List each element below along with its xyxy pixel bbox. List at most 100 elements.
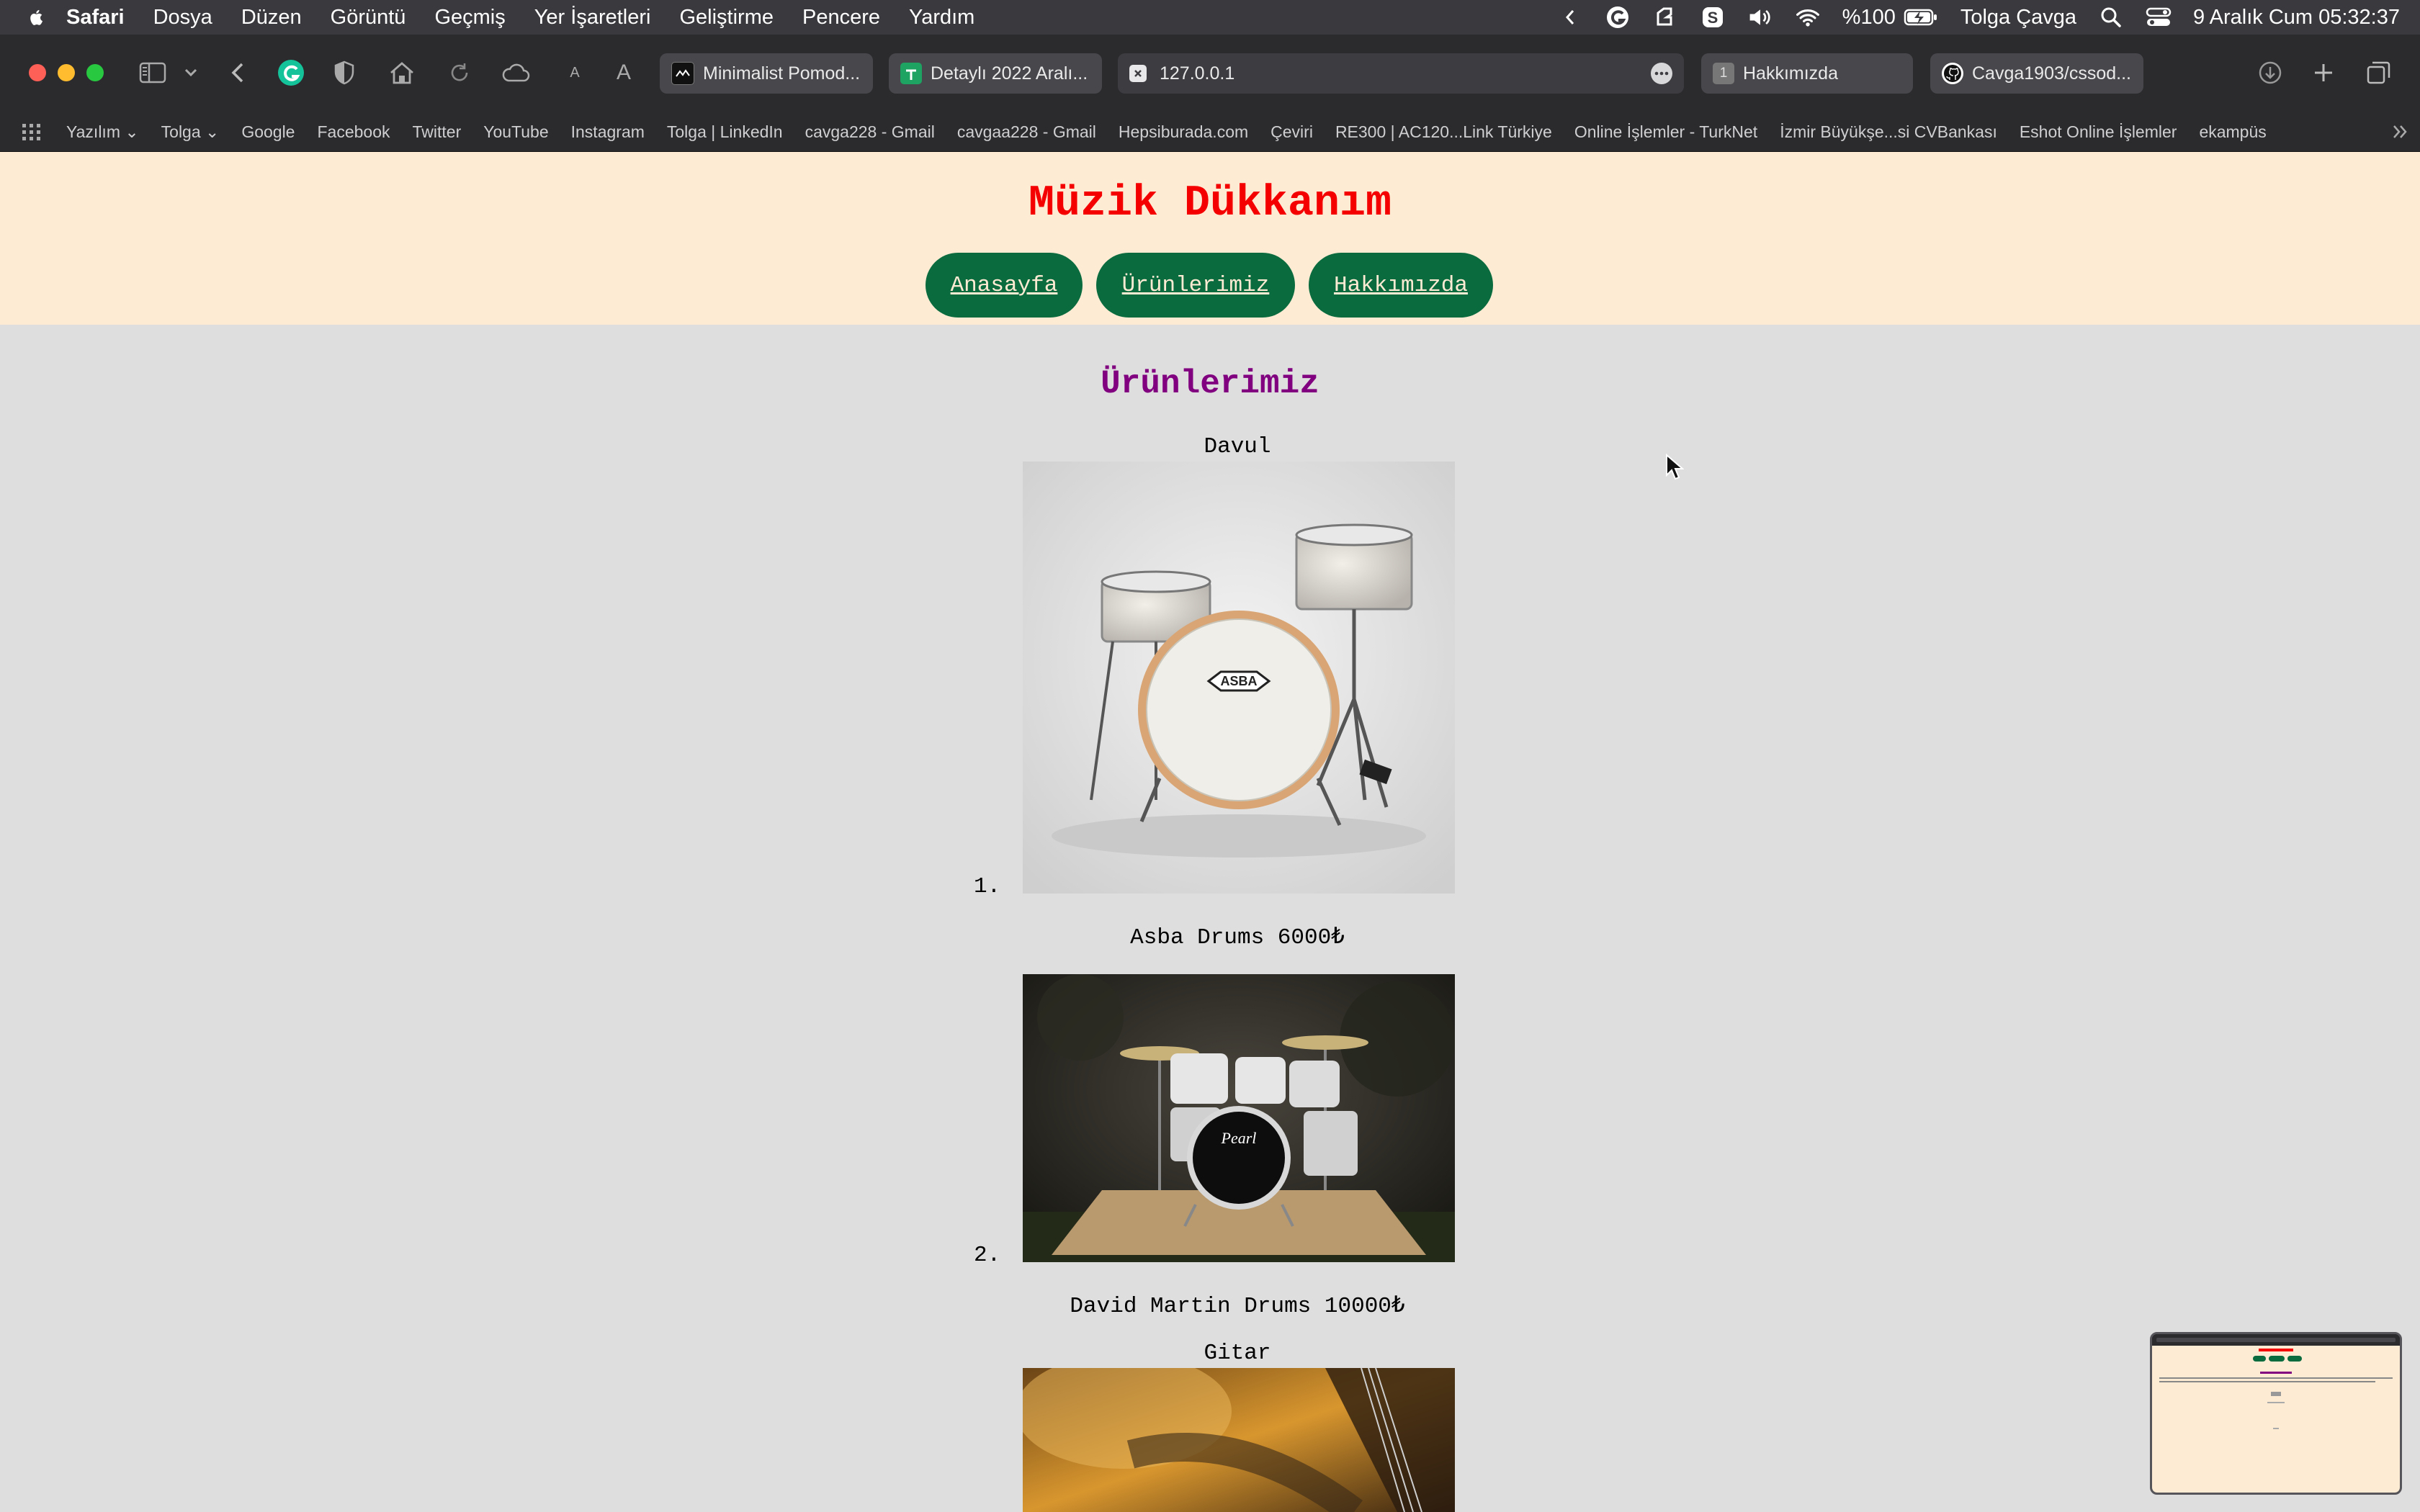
menu-develop[interactable]: Geliştirme	[679, 6, 774, 30]
menu-app-safari[interactable]: Safari	[66, 6, 125, 30]
grammarly-extension-icon[interactable]	[277, 58, 305, 87]
bookmark-hepsiburada[interactable]: Hepsiburada.com	[1119, 122, 1248, 142]
back-icon[interactable]	[223, 58, 252, 87]
bookmark-gmail-1[interactable]: cavga228 - Gmail	[805, 122, 935, 142]
screenshot-preview-thumbnail[interactable]	[2150, 1332, 2402, 1495]
bookmark-gmail-2[interactable]: cavgaa228 - Gmail	[957, 122, 1096, 142]
downloads-icon[interactable]	[2256, 58, 2285, 87]
product-caption-david-martin: David Martin Drums 10000₺	[1070, 1294, 1405, 1319]
search-icon[interactable]	[2098, 4, 2124, 30]
tab-badge: 1	[1713, 63, 1734, 84]
category-heading-guitar: Gitar	[1204, 1341, 1271, 1366]
nav-products-link[interactable]: Ürünlerimiz	[1096, 253, 1295, 318]
menu-edit[interactable]: Düzen	[241, 6, 302, 30]
bookmark-folder-tolga[interactable]: Tolga ⌄	[161, 122, 220, 142]
bookmark-instagram[interactable]: Instagram	[571, 122, 645, 142]
bookmark-cvbankasi[interactable]: İzmir Büyükşe...si CVBankası	[1780, 122, 1997, 142]
github-icon	[1942, 63, 1963, 84]
clock[interactable]: 9 Aralık Cum 05:32:37	[2193, 6, 2400, 30]
mouse-pointer-icon	[1666, 454, 1684, 480]
bookmark-linkedin[interactable]: Tolga | LinkedIn	[667, 122, 783, 142]
icloud-icon[interactable]	[500, 58, 532, 87]
svg-text:ASBA: ASBA	[1220, 674, 1257, 688]
bookmark-google[interactable]: Google	[241, 122, 295, 142]
web-page: Müzik Dükkanım Anasayfa Ürünlerimiz Hakk…	[0, 152, 2420, 1512]
bookmark-turknet[interactable]: Online İşlemler - TurkNet	[1574, 122, 1757, 142]
menu-bar: Safari Dosya Düzen Görüntü Geçmiş Yer İş…	[0, 0, 2420, 35]
chevron-left-icon[interactable]	[1557, 4, 1583, 30]
bookmark-ceviri[interactable]: Çeviri	[1270, 122, 1313, 142]
menu-file[interactable]: Dosya	[153, 6, 212, 30]
nav-about-link[interactable]: Hakkımızda	[1309, 253, 1493, 318]
address-url[interactable]: 127.0.0.1	[1160, 63, 1234, 84]
tab-hakkimizda[interactable]: 1 Hakkımızda	[1701, 53, 1913, 94]
product-image-guitar[interactable]	[1023, 1368, 1455, 1512]
product-image-david-martin-drums[interactable]: Pearl	[1023, 974, 1455, 1262]
reload-icon[interactable]	[445, 58, 474, 87]
pomodoro-favicon	[671, 62, 694, 85]
sheets-favicon	[900, 63, 922, 84]
product-caption-asba: Asba Drums 6000₺	[1130, 925, 1345, 950]
home-icon[interactable]	[387, 58, 416, 87]
tab-sheets[interactable]: Detaylı 2022 Aralı...	[889, 53, 1102, 94]
tab-address-bar[interactable]: 127.0.0.1	[1118, 53, 1684, 94]
bookmark-folder-yazilim[interactable]: Yazılım ⌄	[66, 122, 139, 142]
menu-help[interactable]: Yardım	[909, 6, 974, 30]
wifi-icon[interactable]	[1795, 4, 1821, 30]
text-smaller-icon[interactable]: A	[560, 58, 589, 87]
tab-pomodoro[interactable]: Minimalist Pomod...	[660, 53, 873, 94]
chevron-down-icon: ⌄	[125, 122, 139, 141]
chevron-down-icon[interactable]	[180, 58, 202, 87]
user-name[interactable]: Tolga Çavga	[1960, 6, 2076, 30]
status-area: S %100 Tolga Çavga 9 Aralık Cum 05:32:37	[1536, 0, 2400, 35]
tab-title: Detaylı 2022 Aralı...	[931, 63, 1088, 84]
product-image-asba-drums[interactable]: ASBA	[1023, 462, 1455, 894]
menu-view[interactable]: Görüntü	[331, 6, 406, 30]
svg-text:Pearl: Pearl	[1221, 1129, 1257, 1147]
menu-window[interactable]: Pencere	[802, 6, 880, 30]
category-heading-drums: Davul	[1204, 434, 1271, 459]
bookmark-facebook[interactable]: Facebook	[317, 122, 390, 142]
list-number-1: 1.	[974, 874, 1001, 899]
bookmark-twitter[interactable]: Twitter	[413, 122, 462, 142]
tab-github[interactable]: Cavga1903/cssod...	[1930, 53, 2143, 94]
zoom-window-button[interactable]	[86, 64, 104, 81]
site-title: Müzik Dükkanım	[1028, 179, 1392, 228]
more-icon[interactable]	[1651, 63, 1672, 84]
bookmarks-overflow-icon[interactable]	[2391, 122, 2410, 141]
new-tab-icon[interactable]	[2309, 58, 2338, 87]
tab-title: Cavga1903/cssod...	[1972, 63, 2131, 84]
nav-home-link[interactable]: Anasayfa	[926, 253, 1083, 318]
bookmark-youtube[interactable]: YouTube	[483, 122, 548, 142]
skype-icon[interactable]: S	[1700, 4, 1726, 30]
bookmark-ekampus[interactable]: ekampüs	[2199, 122, 2266, 142]
privacy-shield-icon[interactable]	[330, 58, 359, 87]
bookmark-eshot[interactable]: Eshot Online İşlemler	[2020, 122, 2177, 142]
menu-history[interactable]: Geçmiş	[434, 6, 505, 30]
battery-percent: %100	[1842, 5, 1896, 29]
sidebar-icon[interactable]	[138, 58, 167, 87]
minimize-window-button[interactable]	[58, 64, 75, 81]
control-center-icon[interactable]	[2146, 4, 2172, 30]
battery-icon[interactable]	[1903, 4, 1939, 30]
bookmarks-bar: Yazılım ⌄ Tolga ⌄ Google Facebook Twitte…	[0, 112, 2420, 152]
products-heading: Ürünlerimiz	[1101, 365, 1319, 402]
browser-toolbar: A A Minimalist Pomod... Detaylı 2022 Ara…	[0, 35, 2420, 113]
all-bookmarks-grid-icon[interactable]	[22, 123, 42, 140]
menu-bookmarks[interactable]: Yer İşaretleri	[534, 6, 651, 30]
apple-icon[interactable]	[27, 8, 43, 27]
tab-title: Hakkımızda	[1743, 63, 1838, 84]
svg-text:S: S	[1707, 9, 1718, 27]
close-tab-icon[interactable]	[1129, 65, 1147, 82]
list-number-2: 2.	[974, 1243, 1001, 1268]
volume-icon[interactable]	[1747, 4, 1773, 30]
site-header: Müzik Dükkanım Anasayfa Ürünlerimiz Hakk…	[0, 152, 2420, 325]
sync-app-icon[interactable]	[1652, 4, 1678, 30]
grammarly-icon[interactable]	[1605, 4, 1631, 30]
chevron-down-icon: ⌄	[205, 122, 220, 141]
tab-overview-icon[interactable]	[2364, 58, 2393, 87]
bookmark-re300[interactable]: RE300 | AC120...Link Türkiye	[1335, 122, 1552, 142]
tab-title: Minimalist Pomod...	[703, 63, 861, 84]
text-larger-icon[interactable]: A	[609, 58, 638, 87]
close-window-button[interactable]	[29, 64, 46, 81]
